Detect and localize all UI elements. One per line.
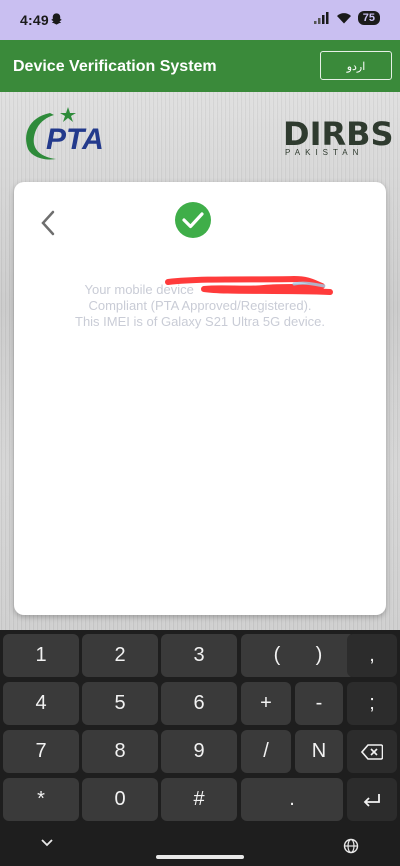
signal-icon — [313, 12, 329, 24]
key-7[interactable]: 7 — [3, 730, 79, 773]
key-0[interactable]: 0 — [82, 778, 158, 821]
status-icons: 75 — [313, 11, 380, 25]
page-title: Device Verification System — [13, 58, 217, 75]
globe-language-icon[interactable] — [343, 838, 359, 854]
key-9[interactable]: 9 — [161, 730, 237, 773]
pta-logo: PTA — [26, 107, 104, 160]
key-minus[interactable]: - — [295, 682, 343, 725]
key-4[interactable]: 4 — [3, 682, 79, 725]
key-5[interactable]: 5 — [82, 682, 158, 725]
key-period[interactable]: . — [241, 778, 343, 821]
system-nav-bar — [0, 830, 400, 866]
status-bar: 4:49 75 — [0, 0, 400, 40]
key-plus[interactable]: + — [241, 682, 291, 725]
message-line-3: This IMEI is of Galaxy S21 Ultra 5G devi… — [75, 314, 325, 329]
key-hash[interactable]: # — [161, 778, 237, 821]
key-semicolon[interactable]: ; — [347, 682, 397, 725]
svg-text:PTA: PTA — [46, 123, 104, 156]
app-header: Device Verification System اردو — [0, 40, 400, 92]
success-check-icon — [175, 202, 211, 238]
snapchat-icon — [51, 13, 62, 25]
status-time: 4:49 — [20, 12, 49, 28]
back-chevron-icon[interactable] — [38, 208, 58, 238]
key-n[interactable]: N — [295, 730, 343, 773]
key-3[interactable]: 3 — [161, 634, 237, 677]
backspace-key[interactable] — [347, 730, 397, 773]
key-slash[interactable]: / — [241, 730, 291, 773]
key-asterisk[interactable]: * — [3, 778, 79, 821]
urdu-language-button[interactable]: اردو — [320, 51, 392, 80]
dirbs-logo: DIRBS PAKISTAN — [283, 115, 394, 160]
key-2[interactable]: 2 — [82, 634, 158, 677]
backspace-icon — [360, 744, 384, 760]
battery-indicator: 75 — [357, 11, 380, 25]
keyboard-hide-chevron-icon[interactable] — [40, 838, 54, 848]
home-gesture-pill[interactable] — [156, 855, 244, 859]
key-1[interactable]: 1 — [3, 634, 79, 677]
key-6[interactable]: 6 — [161, 682, 237, 725]
dirbs-subtitle: PAKISTAN — [285, 148, 364, 157]
key-close-paren[interactable]: ) — [283, 634, 355, 677]
wifi-icon — [336, 13, 351, 24]
key-comma[interactable]: , — [347, 634, 397, 677]
enter-icon — [363, 794, 380, 807]
verification-result-card: Your mobile device is Compliant (PTA App… — [14, 182, 386, 615]
redaction-scribble — [165, 276, 333, 295]
enter-key[interactable] — [347, 778, 397, 821]
key-8[interactable]: 8 — [82, 730, 158, 773]
